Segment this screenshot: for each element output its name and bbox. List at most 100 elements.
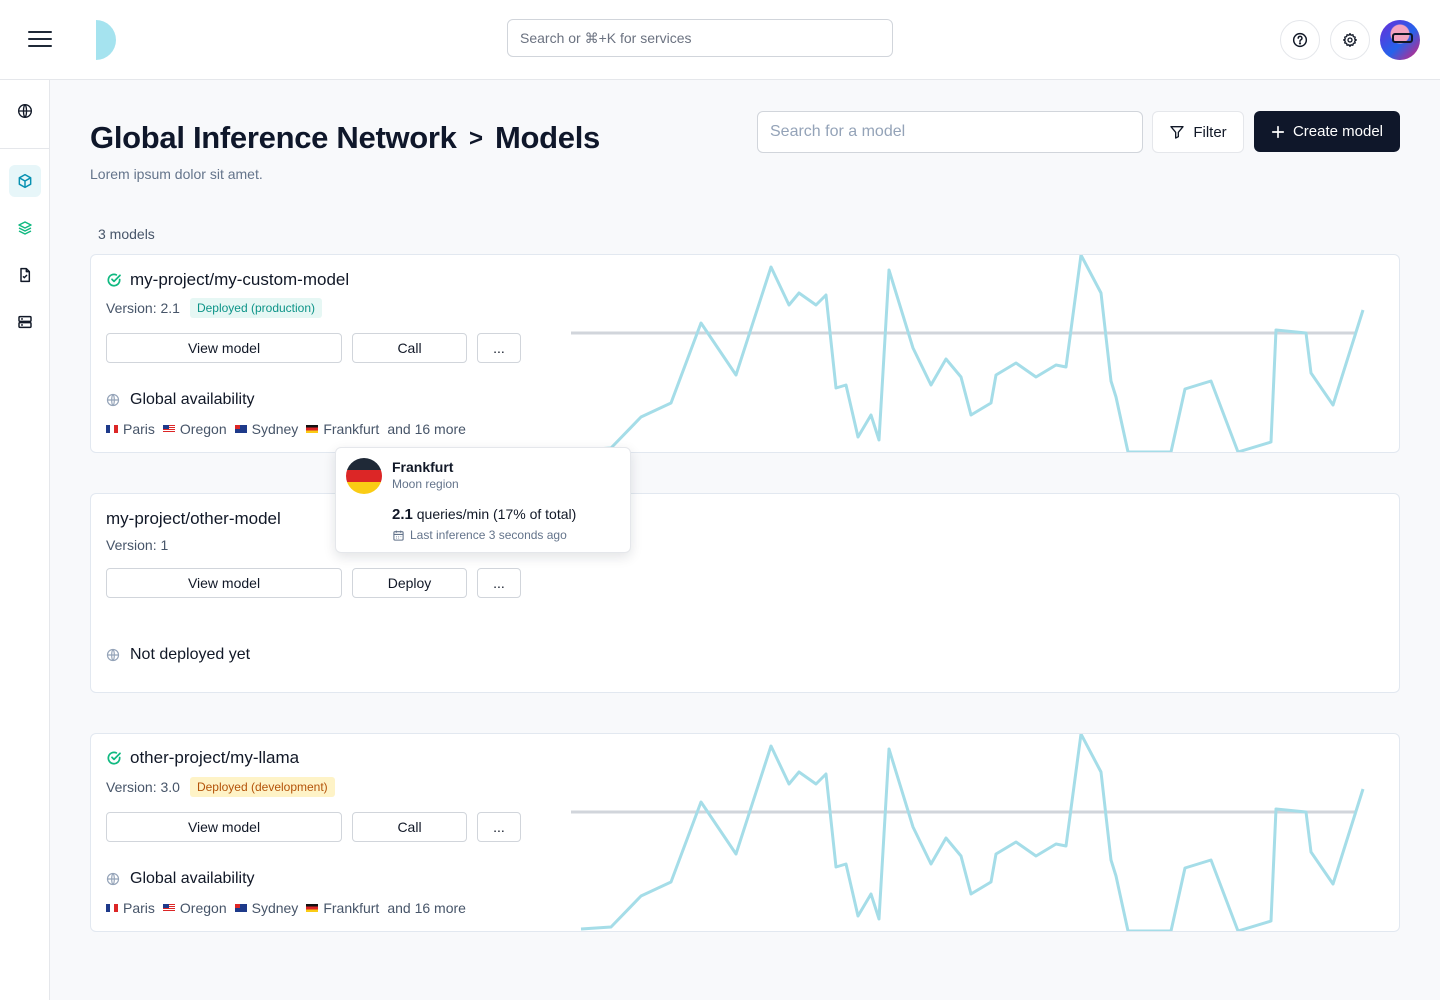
region-paris[interactable]: Paris bbox=[106, 421, 155, 437]
region-label: Sydney bbox=[251, 421, 299, 437]
sparkline-series bbox=[580, 255, 1365, 452]
model-card: my-project/other-model Version: 1 View m… bbox=[90, 493, 1400, 693]
call-button[interactable]: Call bbox=[352, 333, 467, 363]
breadcrumb-separator: > bbox=[468, 125, 483, 152]
page-subtitle: Lorem ipsum dolor sit amet. bbox=[90, 166, 263, 182]
australia-flag-icon bbox=[234, 425, 247, 433]
model-name-row: my-project/my-custom-model bbox=[106, 270, 349, 290]
server-icon bbox=[18, 315, 32, 329]
menu-icon[interactable] bbox=[24, 26, 56, 54]
globe-icon bbox=[18, 104, 32, 118]
tooltip-value-suffix: queries/min (17% of total) bbox=[416, 506, 577, 522]
breadcrumb-current: Models bbox=[495, 120, 600, 155]
region-frankfurt[interactable]: Frankfurt bbox=[306, 421, 379, 437]
model-version-row: Version: 3.0 Deployed (development) bbox=[106, 777, 335, 797]
gear-icon bbox=[1343, 33, 1357, 47]
filter-button[interactable]: Filter bbox=[1152, 111, 1244, 153]
check-circle-icon bbox=[107, 273, 121, 287]
germany-flag-icon bbox=[346, 458, 382, 494]
tooltip-stat: 2.1 queries/min (17% of total) bbox=[392, 506, 576, 523]
check-circle-icon bbox=[107, 751, 121, 765]
view-model-button[interactable]: View model bbox=[106, 812, 342, 842]
globe-icon bbox=[106, 648, 120, 662]
tooltip-title: Frankfurt bbox=[392, 459, 454, 475]
region-label: Oregon bbox=[179, 900, 227, 916]
model-version: Version: 3.0 bbox=[106, 779, 180, 795]
view-model-button[interactable]: View model bbox=[106, 568, 342, 598]
globe-icon bbox=[106, 393, 120, 407]
app-logo[interactable] bbox=[96, 20, 116, 60]
availability-label: Global availability bbox=[130, 391, 255, 408]
user-avatar[interactable] bbox=[1380, 20, 1420, 60]
top-bar bbox=[0, 0, 1440, 80]
region-tooltip: Frankfurt Moon region 2.1 queries/min (1… bbox=[335, 447, 631, 553]
tooltip-subtitle: Moon region bbox=[392, 477, 459, 491]
region-label: Paris bbox=[123, 900, 155, 916]
model-card: my-project/my-custom-model Version: 2.1 … bbox=[90, 254, 1400, 453]
region-oregon[interactable]: Oregon bbox=[162, 900, 227, 916]
tooltip-last-inference-label: Last inference 3 seconds ago bbox=[410, 528, 567, 542]
layers-icon bbox=[18, 221, 32, 235]
sidebar-item-globe[interactable] bbox=[9, 95, 41, 127]
more-options-button[interactable]: ... bbox=[477, 812, 521, 842]
region-label: Frankfurt bbox=[323, 900, 380, 916]
availability-row: Not deployed yet bbox=[106, 646, 250, 664]
breadcrumb-project[interactable]: Global Inference Network bbox=[90, 120, 457, 155]
file-check-icon bbox=[20, 267, 31, 283]
models-count: 3 models bbox=[98, 226, 155, 242]
france-flag-icon bbox=[106, 904, 118, 912]
sidebar-divider bbox=[0, 148, 50, 149]
model-name[interactable]: other-project/my-llama bbox=[130, 748, 299, 768]
create-model-button[interactable]: Create model bbox=[1254, 111, 1400, 152]
region-sydney[interactable]: Sydney bbox=[234, 421, 299, 437]
availability-label: Global availability bbox=[130, 870, 255, 887]
calendar-icon bbox=[393, 530, 404, 541]
settings-button[interactable] bbox=[1330, 20, 1370, 60]
model-version-row: Version: 1 bbox=[106, 537, 168, 553]
sidebar-item-documents[interactable] bbox=[9, 259, 41, 291]
cube-icon bbox=[18, 173, 32, 189]
global-search-input[interactable] bbox=[507, 19, 893, 57]
australia-flag-icon bbox=[234, 904, 247, 912]
call-button[interactable]: Call bbox=[352, 812, 467, 842]
page-title: Global Inference Network > Models bbox=[90, 120, 600, 156]
more-options-button[interactable]: ... bbox=[477, 333, 521, 363]
germany-flag-icon bbox=[306, 425, 319, 433]
region-label: Sydney bbox=[251, 900, 299, 916]
filter-icon bbox=[1170, 126, 1184, 139]
germany-flag-icon bbox=[306, 904, 319, 912]
usa-flag-icon bbox=[162, 904, 175, 912]
deploy-button[interactable]: Deploy bbox=[352, 568, 467, 598]
status-badge: Deployed (production) bbox=[189, 298, 323, 318]
view-model-button[interactable]: View model bbox=[106, 333, 342, 363]
region-label: Paris bbox=[123, 421, 155, 437]
model-version: Version: 2.1 bbox=[106, 300, 180, 316]
plus-icon bbox=[1271, 125, 1285, 138]
model-card: other-project/my-llama Version: 3.0 Depl… bbox=[90, 733, 1400, 932]
help-button[interactable] bbox=[1280, 20, 1320, 60]
usa-flag-icon bbox=[162, 425, 175, 433]
more-regions-link[interactable]: and 16 more bbox=[387, 421, 466, 437]
more-options-button[interactable]: ... bbox=[477, 568, 521, 598]
model-version: Version: 1 bbox=[106, 537, 169, 553]
tooltip-value: 2.1 bbox=[392, 506, 413, 523]
region-paris[interactable]: Paris bbox=[106, 900, 155, 916]
sidebar-item-servers[interactable] bbox=[9, 306, 41, 338]
model-name-row: my-project/other-model bbox=[106, 509, 281, 529]
sidebar-item-models[interactable] bbox=[9, 165, 41, 197]
filter-button-label: Filter bbox=[1193, 123, 1227, 141]
help-icon bbox=[1292, 32, 1308, 48]
model-name-row: other-project/my-llama bbox=[106, 748, 299, 768]
more-regions-link[interactable]: and 16 more bbox=[387, 900, 466, 916]
region-oregon[interactable]: Oregon bbox=[162, 421, 227, 437]
region-label: Frankfurt bbox=[323, 421, 380, 437]
availability-row: Global availability bbox=[106, 391, 255, 409]
sidebar-item-layers[interactable] bbox=[9, 212, 41, 244]
region-sydney[interactable]: Sydney bbox=[234, 900, 299, 916]
model-search-input[interactable] bbox=[757, 111, 1143, 153]
region-frankfurt[interactable]: Frankfurt bbox=[306, 900, 379, 916]
model-name[interactable]: my-project/other-model bbox=[106, 509, 281, 529]
france-flag-icon bbox=[106, 425, 118, 433]
model-version-row: Version: 2.1 Deployed (production) bbox=[106, 298, 323, 318]
model-name[interactable]: my-project/my-custom-model bbox=[130, 270, 349, 290]
